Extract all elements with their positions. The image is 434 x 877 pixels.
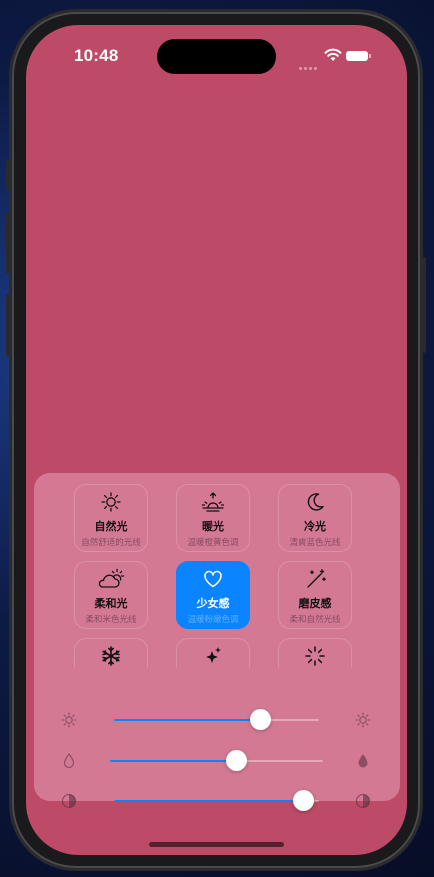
home-indicator[interactable] — [149, 842, 284, 847]
preset-description: 温暖橙黄色调 — [187, 537, 239, 547]
contrast-icon — [61, 793, 77, 809]
slider-fill — [114, 800, 303, 802]
action-button — [6, 160, 10, 190]
preset-description: 自然舒适的光线 — [81, 537, 141, 547]
volume-down-button — [6, 294, 10, 356]
magic-wand-icon — [307, 569, 326, 588]
power-button — [422, 257, 426, 353]
warmth-slider-row — [34, 746, 400, 776]
dynamic-island — [157, 39, 276, 74]
preset-snow[interactable] — [74, 638, 148, 668]
preset-name: 少女感 — [196, 598, 230, 610]
sun-small-icon — [61, 712, 77, 728]
preset-more[interactable] — [278, 638, 352, 668]
drop-filled-icon — [358, 754, 368, 768]
lighting-panel: 自然光 自然舒适的光线 暖光 温暖橙黄色调 冷光 清爽蓝色光线 柔和光 柔和米色… — [34, 473, 400, 811]
loading-icon — [305, 646, 325, 666]
sun-icon — [355, 712, 371, 728]
app-screen: 10:48 自然光 自然舒适的光线 暖光 温暖橙黄色调 冷光 清爽蓝色光线 柔和… — [26, 25, 407, 855]
cellular-signal-icon — [299, 57, 319, 70]
preset-name: 柔和光 — [94, 598, 128, 610]
drop-outline-icon — [63, 752, 75, 769]
cloud-sun-icon — [98, 568, 125, 588]
preset-girly[interactable]: 少女感 温暖粉嫩色调 — [176, 561, 250, 629]
status-time: 10:48 — [74, 46, 119, 65]
contrast-slider-row — [34, 786, 400, 816]
snowflake-icon — [102, 646, 120, 666]
slider-thumb[interactable] — [249, 709, 271, 730]
sun-icon — [101, 492, 121, 512]
preset-name: 自然光 — [94, 521, 128, 533]
preset-description: 温暖粉嫩色调 — [187, 614, 239, 624]
preset-warm-light[interactable]: 暖光 温暖橙黄色调 — [176, 484, 250, 552]
slider-thumb[interactable] — [292, 790, 314, 811]
slider-fill — [110, 760, 236, 762]
warmth-slider[interactable] — [110, 750, 323, 771]
brightness-slider-row — [34, 705, 400, 735]
preset-cool-light[interactable]: 冷光 清爽蓝色光线 — [278, 484, 352, 552]
preset-name: 冷光 — [304, 521, 326, 533]
preset-name: 暖光 — [202, 521, 224, 533]
sparkles-icon — [206, 647, 221, 663]
slider-fill — [114, 719, 260, 721]
sunrise-icon — [201, 492, 225, 512]
status-bar: 10:48 — [26, 25, 407, 85]
volume-up-button — [6, 212, 10, 274]
moon-icon — [307, 493, 324, 511]
wifi-icon — [324, 48, 342, 61]
heart-icon — [204, 570, 222, 588]
preset-sparkle[interactable] — [176, 638, 250, 668]
preset-smoothing[interactable]: 磨皮感 柔和自然光线 — [278, 561, 352, 629]
preset-name: 磨皮感 — [298, 598, 332, 610]
preset-soft-light[interactable]: 柔和光 柔和米色光线 — [74, 561, 148, 629]
preset-description: 柔和自然光线 — [289, 614, 341, 624]
brightness-slider[interactable] — [114, 709, 319, 730]
preset-description: 柔和米色光线 — [85, 614, 137, 624]
slider-thumb[interactable] — [225, 750, 247, 771]
preset-description: 清爽蓝色光线 — [289, 537, 341, 547]
contrast-slider[interactable] — [114, 790, 319, 811]
preset-natural-light[interactable]: 自然光 自然舒适的光线 — [74, 484, 148, 552]
contrast-icon — [355, 793, 371, 809]
battery-icon — [346, 51, 371, 61]
